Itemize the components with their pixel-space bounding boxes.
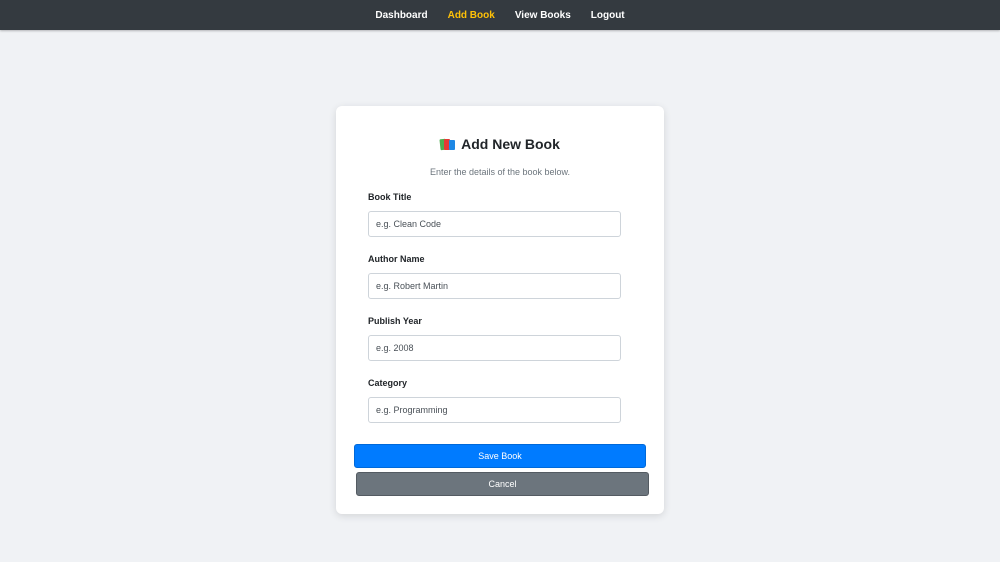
author-name-label: Author Name [368, 254, 425, 264]
card-title-row: Add New Book [336, 136, 664, 152]
author-name-input[interactable] [368, 273, 621, 299]
book-title-label: Book Title [368, 192, 412, 202]
nav-link-logout[interactable]: Logout [591, 10, 625, 21]
category-label: Category [368, 378, 408, 388]
top-navbar: Dashboard Add Book View Books Logout [0, 0, 1000, 30]
save-book-button[interactable]: Save Book [354, 444, 646, 468]
cancel-button[interactable]: Cancel [356, 472, 649, 496]
publish-year-label: Publish Year [368, 316, 422, 326]
nav-link-add-book[interactable]: Add Book [448, 10, 495, 21]
page-subtitle: Enter the details of the book below. [429, 167, 571, 177]
nav-link-dashboard[interactable]: Dashboard [375, 10, 427, 21]
add-book-card: Add New Book Enter the details of the bo… [336, 106, 664, 514]
publish-year-input[interactable] [368, 335, 621, 361]
nav-link-view-books[interactable]: View Books [515, 10, 571, 21]
book-title-input[interactable] [368, 211, 621, 237]
category-input[interactable] [368, 397, 621, 423]
page-title: Add New Book [461, 136, 560, 152]
books-icon [439, 138, 456, 151]
